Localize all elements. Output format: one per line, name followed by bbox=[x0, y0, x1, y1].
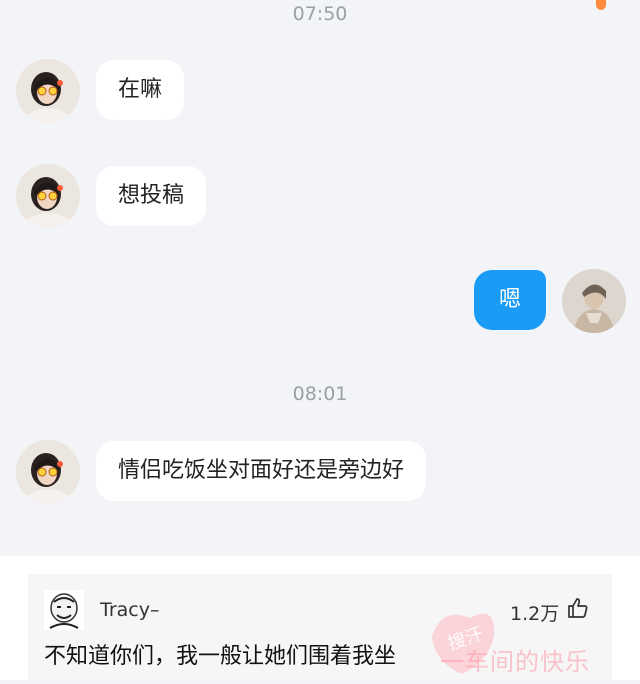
watermark-text: 一车间的快乐 bbox=[440, 648, 590, 676]
user-avatar[interactable] bbox=[562, 269, 626, 333]
message-bubble: 在嘛 bbox=[96, 60, 185, 120]
message-bubble-self: 嗯 bbox=[474, 270, 546, 330]
contact-avatar[interactable] bbox=[16, 59, 80, 123]
message-bubble: 想投稿 bbox=[96, 166, 207, 226]
comment-username[interactable]: Tracy– bbox=[100, 599, 159, 621]
timestamp: 08:01 bbox=[292, 383, 348, 405]
chat-view: 07:50 在嘛 想投稿 嗯 08:01 情侣吃饭坐对面好还是旁边好 bbox=[0, 0, 640, 556]
comment-text: 不知道你们，我一般让她们围着我坐 bbox=[44, 644, 397, 669]
contact-avatar[interactable] bbox=[16, 440, 80, 504]
meme-face-avatar[interactable] bbox=[44, 590, 84, 630]
message-bubble: 情侣吃饭坐对面好还是旁边好 bbox=[96, 441, 427, 501]
timestamp: 07:50 bbox=[292, 3, 348, 25]
contact-avatar[interactable] bbox=[16, 164, 80, 228]
